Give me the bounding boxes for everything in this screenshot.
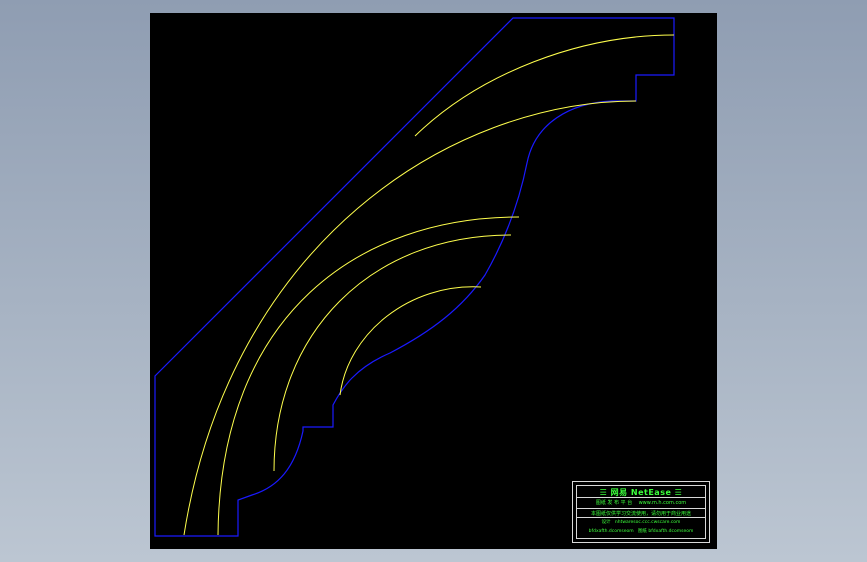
title-block-frame: ☰ 网易 NetEase ☰ 图纸 发 布 平 台 www.m.h.com.co… xyxy=(576,485,706,539)
title-block-row-5-left: bfdxafth.dcomseom xyxy=(588,529,634,534)
title-block-row-2: 图纸 发 布 平 台 www.m.h.com.com xyxy=(577,499,705,506)
title-block-row-5-right: 图纸 bfdxafth.dcomseom xyxy=(637,529,694,534)
crown-molding-drawing xyxy=(154,17,675,537)
molding-profile-outline xyxy=(154,17,675,537)
title-block: ☰ 网易 NetEase ☰ 图纸 发 布 平 台 www.m.h.com.co… xyxy=(572,481,710,543)
arc-line-inner xyxy=(273,234,512,472)
arc-line-outer xyxy=(183,100,637,536)
title-block-row-5: bfdxafth.dcomseom 图纸 bfdxafth.dcomseom xyxy=(577,528,705,534)
arc-line-top xyxy=(414,34,675,137)
title-block-divider xyxy=(577,497,705,498)
arc-line-middle xyxy=(217,216,520,536)
title-block-row-2-left: 图纸 发 布 平 台 xyxy=(595,500,633,506)
title-block-row-4-right: nhtwaresoc.ccc.cwscare.com xyxy=(614,520,681,525)
title-block-row-3: 本图纸仅供学习交流使用，请勿用于商业用途 xyxy=(590,511,691,517)
title-block-row-4: 设计 nhtwaresoc.ccc.cwscare.com xyxy=(577,519,705,525)
title-block-divider xyxy=(577,517,705,518)
title-block-row-4-left: 设计 xyxy=(601,520,611,525)
title-block-row-2-right: www.m.h.com.com xyxy=(638,500,687,506)
cad-viewport[interactable]: ☰ 网易 NetEase ☰ 图纸 发 布 平 台 www.m.h.com.co… xyxy=(150,13,717,549)
title-block-divider xyxy=(577,508,705,509)
